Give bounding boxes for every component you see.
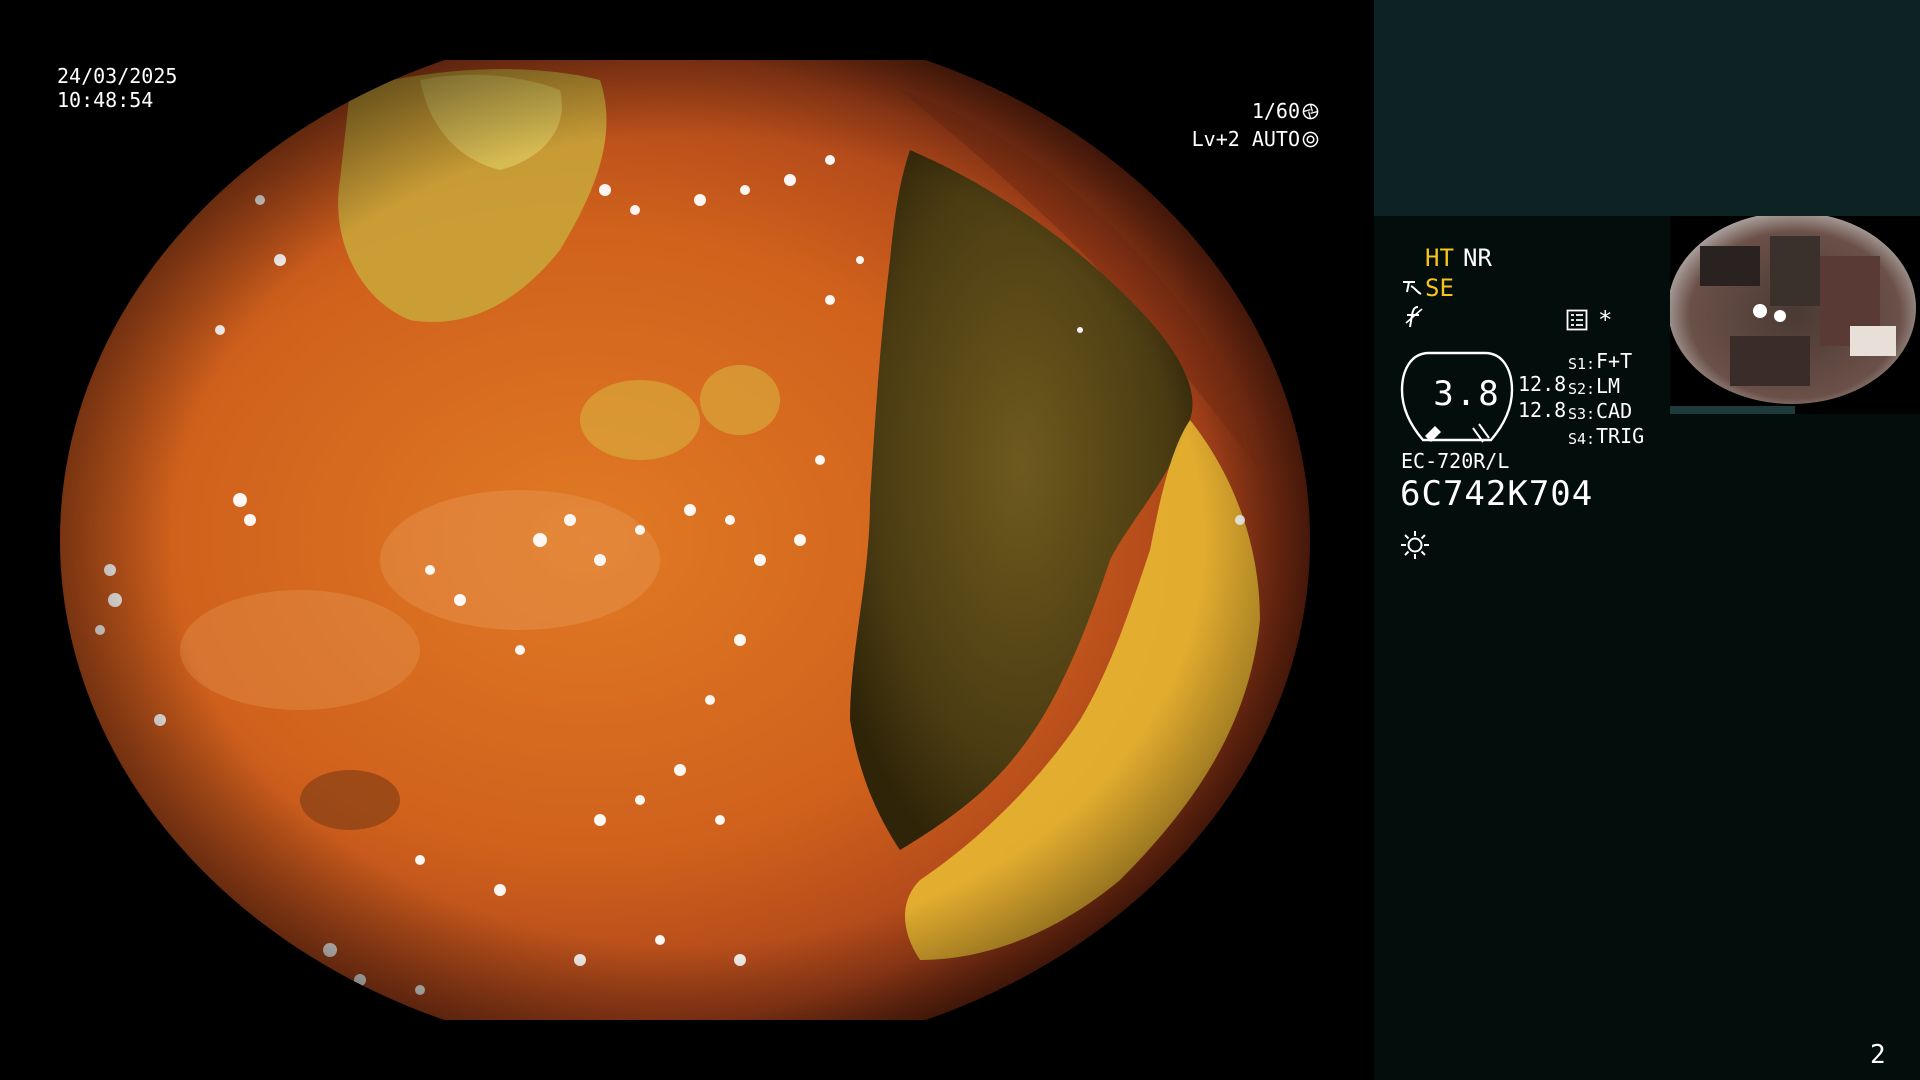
date-readout: 24/03/2025 — [57, 64, 178, 88]
slot-2-key: S2: — [1568, 380, 1596, 398]
slot-1-key: S1: — [1568, 355, 1596, 373]
zoom-value: 3.8 — [1433, 374, 1501, 414]
endoscopic-image — [60, 20, 1310, 1060]
slot-4-key: S4: — [1568, 430, 1596, 448]
endoscope-video: 24/03/2025 10:48:54 1/60 Lv+2 AUTO — [0, 0, 1374, 1080]
slot-2-value: LM — [1596, 374, 1621, 398]
slot-3-key: S3: — [1568, 405, 1596, 423]
scope-model: EC-720R/L — [1401, 449, 1510, 473]
slot-3-value: CAD — [1596, 399, 1633, 423]
page-number: 2 — [1870, 1040, 1886, 1070]
light-level-value: Lv+2 AUTO — [1191, 127, 1300, 151]
time-readout: 10:48:54 — [57, 88, 154, 112]
readout-value-1: 12.8 — [1518, 372, 1567, 396]
endoscopy-screen: 24/03/2025 10:48:54 1/60 Lv+2 AUTO HT NR… — [0, 0, 1920, 1080]
slot-1-value: F+T — [1596, 349, 1633, 373]
panel-header-area — [1374, 0, 1920, 216]
readout-value-2: 12.8 — [1518, 398, 1567, 422]
se-indicator: SE — [1425, 274, 1454, 302]
slot-4-value: TRIG — [1596, 424, 1645, 448]
nr-indicator: NR — [1463, 244, 1492, 272]
pip-thumbnail — [1670, 216, 1920, 414]
shutter-readout: 1/60 — [1252, 99, 1319, 123]
iris-icon — [1302, 131, 1319, 148]
ht-indicator: HT — [1425, 244, 1454, 272]
info-panel: HT NR SE * 3.8 12.8 12.8 S1: F+T S2: LM … — [1374, 0, 1920, 1080]
star-indicator: * — [1598, 306, 1613, 334]
freeze-icon — [1405, 306, 1423, 328]
scope-serial: 6C742K704 — [1400, 474, 1594, 514]
pip-image — [1670, 216, 1916, 414]
light-level-readout: Lv+2 AUTO — [1192, 127, 1319, 151]
menu-list-icon — [1566, 309, 1588, 331]
structure-enhance-icon — [1403, 281, 1422, 295]
shutter-icon — [1302, 103, 1319, 120]
light-source-icon — [1401, 531, 1429, 559]
shutter-value: 1/60 — [1251, 99, 1300, 123]
